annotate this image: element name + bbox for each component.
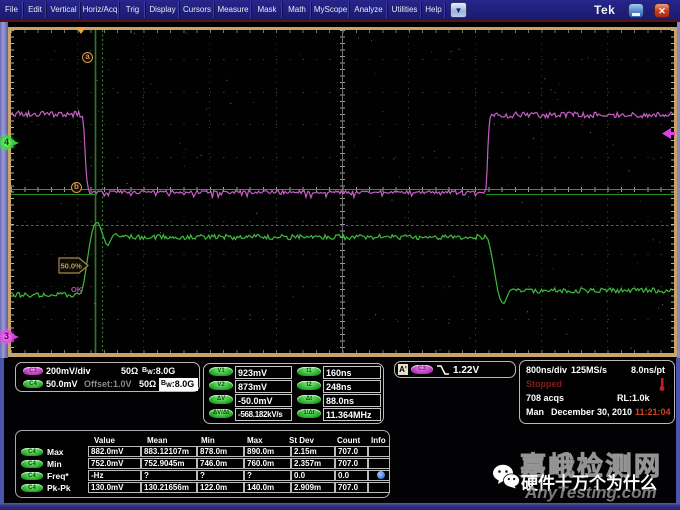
svg-text:50.0%: 50.0% — [61, 262, 83, 271]
